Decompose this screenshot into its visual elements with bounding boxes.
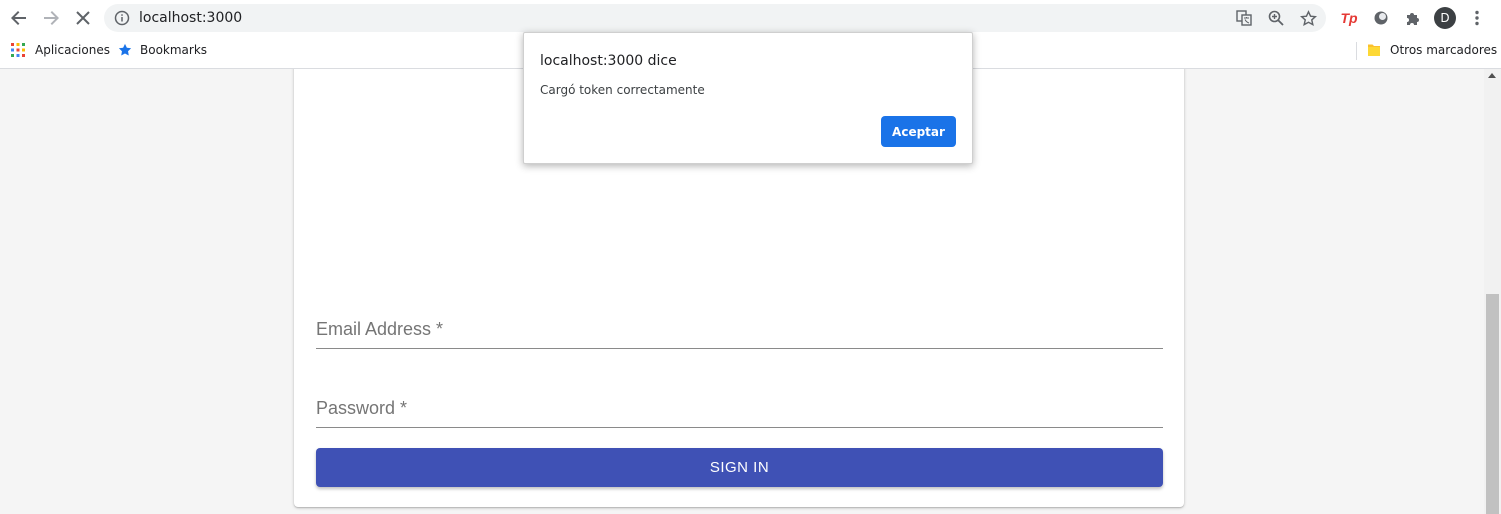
bookmark-star-button[interactable] [1298, 8, 1318, 28]
extension-circle-button[interactable] [1370, 7, 1392, 29]
extensions-puzzle-icon [1407, 13, 1419, 25]
translate-button[interactable] [1234, 8, 1254, 28]
password-input[interactable] [316, 401, 1167, 421]
forward-button[interactable] [39, 6, 63, 30]
bookmarks-separator [1356, 42, 1357, 60]
bookmark-apps[interactable]: Aplicaciones [11, 43, 110, 57]
zoom-button[interactable] [1266, 8, 1286, 28]
forward-arrow-icon [44, 11, 59, 25]
bookmark-bookmarks[interactable]: Bookmarks [118, 43, 207, 57]
tp-extension-icon: Tp [1340, 10, 1358, 26]
browser-toolbar: localhost:3000 Tp D [0, 0, 1501, 36]
translate-icon [1236, 10, 1252, 26]
tp-extension-button[interactable]: Tp [1338, 7, 1360, 29]
extensions-button[interactable] [1402, 7, 1424, 29]
stop-button[interactable] [71, 6, 95, 30]
back-arrow-icon [11, 11, 26, 25]
bookmark-star-icon [118, 43, 132, 56]
back-button[interactable] [7, 6, 31, 30]
dialog-message: Cargó token correctamente [540, 83, 705, 97]
stop-loading-icon [76, 11, 90, 25]
sign-in-button[interactable]: SIGN IN [316, 448, 1163, 487]
dialog-title: localhost:3000 dice [540, 53, 677, 69]
alert-dialog: localhost:3000 dice Cargó token correcta… [523, 32, 973, 164]
bookmark-bookmarks-label: Bookmarks [140, 43, 208, 57]
zoom-icon [1268, 10, 1284, 26]
password-field[interactable]: Password * [316, 387, 1167, 428]
bookmark-other[interactable]: Otros marcadores [1367, 43, 1497, 57]
scroll-up-arrow-icon[interactable] [1488, 73, 1496, 78]
url-text[interactable]: localhost:3000 [139, 10, 242, 26]
scroll-thumb[interactable] [1486, 294, 1499, 514]
info-icon[interactable] [114, 10, 130, 26]
star-icon [1299, 9, 1317, 26]
folder-icon [1368, 44, 1380, 56]
page-scrollbar[interactable] [1484, 69, 1501, 514]
browser-menu-button[interactable] [1466, 7, 1488, 29]
email-input[interactable] [316, 322, 1167, 342]
email-field[interactable]: Email Address * [316, 308, 1167, 349]
menu-kebab-icon [1475, 10, 1479, 26]
apps-grid-icon [11, 43, 25, 57]
address-bar[interactable]: localhost:3000 [104, 4, 1326, 32]
accept-button[interactable]: Aceptar [881, 116, 956, 147]
bookmark-other-label: Otros marcadores [1390, 43, 1498, 57]
profile-avatar[interactable]: D [1434, 7, 1456, 29]
bookmark-apps-label: Aplicaciones [35, 43, 110, 57]
circle-extension-icon [1374, 11, 1388, 25]
